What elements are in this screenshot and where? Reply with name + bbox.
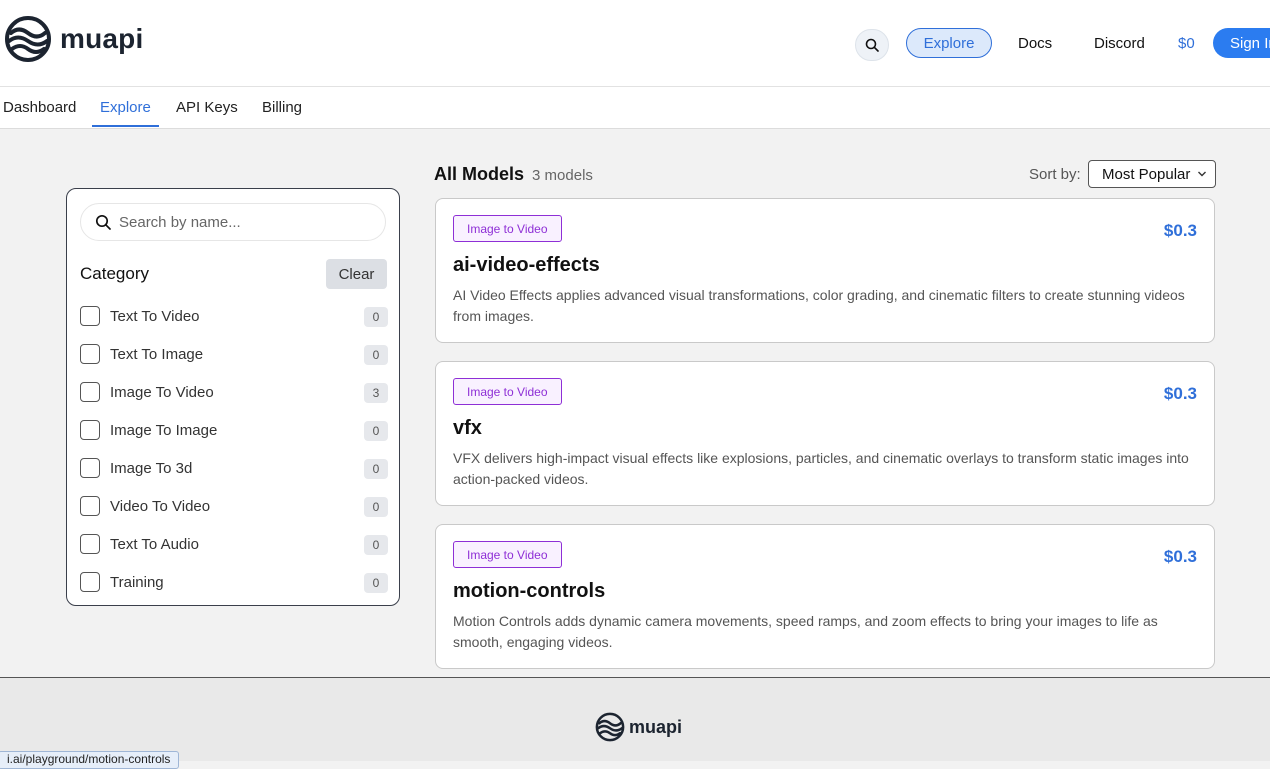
category-label: Text To Video	[110, 308, 200, 325]
category-label: Image To Video	[110, 384, 214, 401]
category-label: Image To 3d	[110, 460, 193, 477]
tab-explore[interactable]: Explore	[100, 99, 151, 116]
sort-value: Most Popular	[1102, 165, 1191, 183]
models-heading: All Models 3 models	[434, 164, 593, 185]
category-label: Text To Image	[110, 346, 204, 363]
model-search-input[interactable]	[117, 212, 371, 232]
category-label: Video To Video	[110, 498, 211, 515]
wave-logo-icon	[5, 16, 51, 62]
search-icon	[95, 214, 111, 230]
search-icon	[865, 38, 879, 52]
filter-panel: Category Clear Text To Video 0 Text To I…	[66, 188, 400, 606]
category-count-badge: 0	[364, 345, 388, 365]
category-count-badge: 0	[364, 573, 388, 593]
chevron-down-icon	[1198, 171, 1206, 177]
model-category-tag: Image to Video	[453, 541, 562, 568]
page-footer: muapi	[0, 677, 1270, 761]
category-checkbox[interactable]	[80, 572, 100, 592]
model-name: vfx	[453, 417, 482, 439]
nav-discord-link[interactable]: Discord	[1094, 35, 1145, 52]
category-checkbox[interactable]	[80, 382, 100, 402]
category-item-image-to-video[interactable]: Image To Video 3	[80, 382, 388, 406]
model-category-tag: Image to Video	[453, 378, 562, 405]
models-title: All Models	[434, 164, 525, 184]
active-tab-indicator	[92, 125, 159, 127]
category-count-badge: 0	[364, 459, 388, 479]
model-description: AI Video Effects applies advanced visual…	[453, 287, 1185, 324]
model-price: $0.3	[1163, 384, 1197, 403]
category-item-text-to-video[interactable]: Text To Video 0	[80, 306, 388, 330]
model-card[interactable]: Image to Video $0.3 motion-controls Moti…	[435, 524, 1215, 669]
category-item-training[interactable]: Training 0	[80, 572, 388, 596]
footer-brand-logo[interactable]: muapi	[595, 712, 682, 742]
header-search-button[interactable]	[855, 29, 889, 61]
category-checkbox[interactable]	[80, 306, 100, 326]
category-heading: Category	[80, 264, 149, 283]
nav-docs-link[interactable]: Docs	[1018, 35, 1052, 52]
model-price: $0.3	[1163, 547, 1197, 566]
category-checkbox[interactable]	[80, 534, 100, 554]
category-item-image-to-3d[interactable]: Image To 3d 0	[80, 458, 388, 482]
category-checkbox[interactable]	[80, 496, 100, 516]
category-item-text-to-image[interactable]: Text To Image 0	[80, 344, 388, 368]
model-card[interactable]: Image to Video $0.3 vfx VFX delivers hig…	[435, 361, 1215, 506]
tab-api-keys[interactable]: API Keys	[176, 99, 238, 116]
model-category-tag: Image to Video	[453, 215, 562, 242]
model-description: VFX delivers high-impact visual effects …	[453, 450, 1189, 487]
model-search-box[interactable]	[80, 203, 386, 241]
sign-in-button[interactable]: Sign In	[1213, 28, 1270, 58]
footer-brand-name: muapi	[629, 716, 683, 737]
category-count-badge: 0	[364, 497, 388, 517]
category-count-badge: 3	[364, 383, 388, 403]
balance-display[interactable]: $0	[1178, 35, 1195, 52]
clear-filters-button[interactable]: Clear	[326, 259, 387, 289]
category-item-text-to-audio[interactable]: Text To Audio 0	[80, 534, 388, 558]
category-count-badge: 0	[364, 421, 388, 441]
sort-label: Sort by:	[1029, 166, 1081, 183]
top-header: muapi Explore Docs Discord $0 Sign In	[0, 0, 1270, 87]
category-item-video-to-video[interactable]: Video To Video 0	[80, 496, 388, 520]
model-name: motion-controls	[453, 580, 606, 602]
category-checkbox[interactable]	[80, 344, 100, 364]
tab-dashboard[interactable]: Dashboard	[3, 99, 76, 116]
category-checkbox[interactable]	[80, 420, 100, 440]
wave-logo-icon	[595, 712, 625, 742]
category-checkbox[interactable]	[80, 458, 100, 478]
category-label: Training	[110, 574, 164, 591]
brand-name: muapi	[60, 23, 144, 54]
sort-dropdown[interactable]: Most Popular	[1088, 160, 1216, 188]
category-item-image-to-image[interactable]: Image To Image 0	[80, 420, 388, 444]
nav-explore-button[interactable]: Explore	[906, 28, 992, 58]
category-label: Image To Image	[110, 422, 218, 439]
brand-logo[interactable]: muapi	[4, 15, 143, 63]
link-status-url: i.ai/playground/motion-controls	[0, 751, 180, 769]
category-count-badge: 0	[364, 535, 388, 555]
model-price: $0.3	[1163, 221, 1197, 240]
model-description: Motion Controls adds dynamic camera move…	[453, 613, 1158, 650]
model-card[interactable]: Image to Video $0.3 ai-video-effects AI …	[435, 198, 1215, 343]
models-count: 3 models	[532, 167, 593, 184]
category-label: Text To Audio	[110, 536, 199, 553]
category-count-badge: 0	[364, 307, 388, 327]
model-name: ai-video-effects	[453, 254, 600, 276]
section-tabs: Dashboard Explore API Keys Billing	[0, 87, 1270, 129]
tab-billing[interactable]: Billing	[262, 99, 302, 116]
